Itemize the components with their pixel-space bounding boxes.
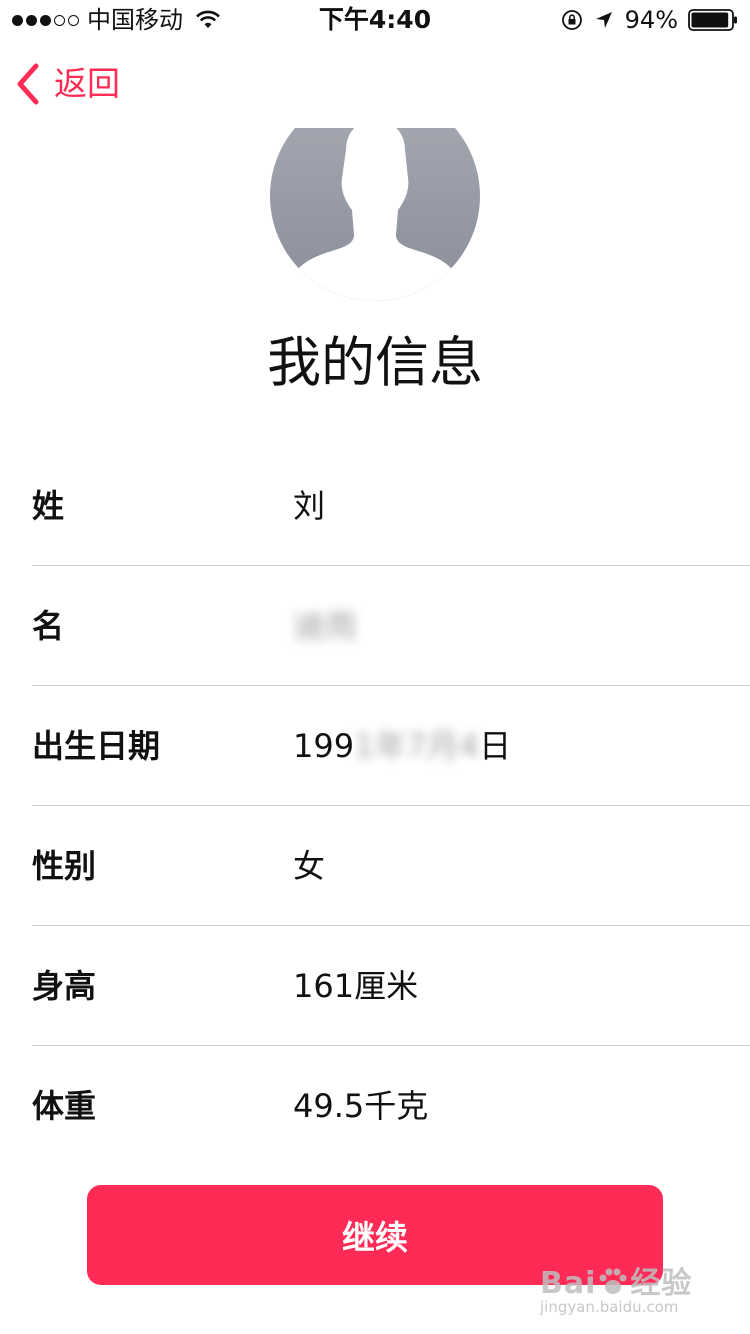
row-height[interactable]: 身高 161厘米: [32, 926, 750, 1046]
info-list: 姓 刘 名 迪雨 出生日期 1991年7月4日 性别 女 身高 161厘米 体重…: [32, 446, 750, 1166]
status-right: 94%: [561, 6, 738, 34]
watermark-url: jingyan.baidu.com: [540, 1298, 679, 1316]
birthdate-visible: 199: [293, 727, 355, 765]
avatar: [270, 90, 480, 302]
avatar-top-mask: [270, 90, 480, 128]
row-value: 女: [293, 847, 326, 885]
watermark-brand: Bai 经验: [540, 1266, 693, 1301]
row-surname[interactable]: 姓 刘: [32, 446, 750, 566]
row-label: 姓: [32, 487, 65, 525]
blurred-value: 1年7月4: [354, 727, 480, 765]
row-value: 刘: [293, 487, 326, 525]
row-value: 49.5千克: [293, 1087, 429, 1125]
back-button[interactable]: 返回: [14, 62, 120, 106]
row-value: 迪雨: [293, 604, 357, 648]
row-value: 1991年7月4日: [293, 724, 511, 768]
row-label: 性别: [32, 847, 97, 885]
blurred-value: 迪雨: [293, 607, 358, 645]
battery-icon: [688, 9, 737, 31]
row-value: 161厘米: [293, 967, 419, 1005]
battery-percentage: 94%: [624, 6, 678, 34]
baidu-jingyan-watermark: Bai 经验 jingyan.baidu.com: [540, 1252, 710, 1322]
chevron-left-icon: [17, 63, 39, 105]
rotation-lock-icon: [561, 10, 582, 30]
birthdate-tail: 日: [479, 727, 512, 765]
row-given-name[interactable]: 名 迪雨: [32, 566, 750, 686]
row-label: 体重: [32, 1087, 97, 1125]
row-label: 身高: [32, 967, 97, 1005]
back-label: 返回: [54, 64, 120, 103]
page-title: 我的信息: [267, 331, 483, 394]
status-bar: 中国移动 下午4:40 94%: [0, 0, 750, 40]
row-label: 出生日期: [32, 727, 161, 765]
row-gender[interactable]: 性别 女: [32, 806, 750, 926]
paw-icon: [599, 1268, 627, 1294]
location-arrow-icon: [595, 12, 612, 28]
row-weight[interactable]: 体重 49.5千克: [32, 1046, 750, 1166]
row-label: 名: [32, 607, 65, 645]
row-birthdate[interactable]: 出生日期 1991年7月4日: [32, 686, 750, 806]
